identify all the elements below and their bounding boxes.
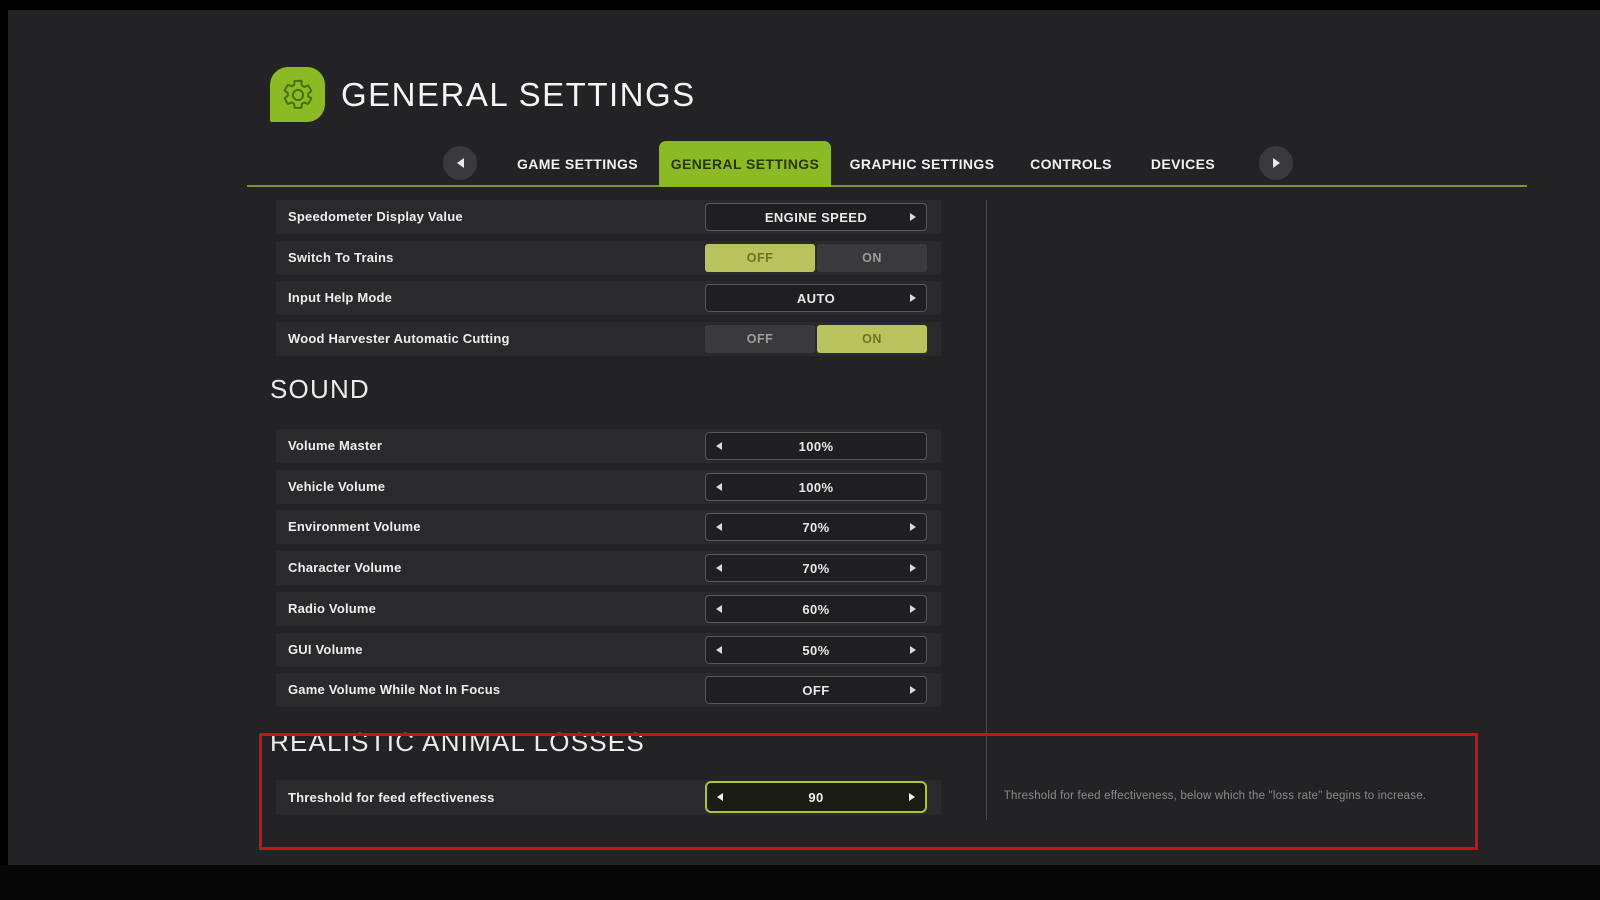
- selector-value: AUTO: [797, 291, 835, 306]
- setting-label: Switch To Trains: [288, 241, 394, 275]
- setting-label: Environment Volume: [288, 510, 421, 544]
- arrow-left-icon[interactable]: [716, 483, 722, 491]
- arrow-right-icon[interactable]: [909, 793, 915, 801]
- setting-label: Speedometer Display Value: [288, 200, 463, 234]
- gui-volume-slider[interactable]: 50%: [705, 636, 927, 664]
- row-switch-to-trains: Switch To Trains OFF ON: [276, 241, 941, 275]
- arrow-right-icon[interactable]: [910, 564, 916, 572]
- row-volume-master: Volume Master 100%: [276, 429, 941, 463]
- selector-value: ENGINE SPEED: [765, 210, 867, 225]
- slider-value: 100%: [799, 480, 834, 495]
- arrow-left-icon[interactable]: [716, 605, 722, 613]
- speedometer-display-value-selector[interactable]: ENGINE SPEED: [705, 203, 927, 231]
- setting-label: Threshold for feed effectiveness: [288, 780, 495, 815]
- slider-value: 90: [808, 790, 823, 805]
- threshold-feed-effectiveness-slider[interactable]: 90: [705, 781, 927, 813]
- character-volume-slider[interactable]: 70%: [705, 554, 927, 582]
- row-input-help-mode: Input Help Mode AUTO: [276, 281, 941, 315]
- setting-label: Input Help Mode: [288, 281, 392, 315]
- row-threshold-feed-effectiveness: Threshold for feed effectiveness 90: [276, 780, 941, 815]
- settings-gear-icon: [270, 67, 325, 122]
- setting-label: GUI Volume: [288, 633, 363, 667]
- toggle-on-option[interactable]: ON: [817, 325, 927, 353]
- arrow-right-icon[interactable]: [910, 646, 916, 654]
- chevron-left-icon: [457, 158, 464, 168]
- tab-game-settings[interactable]: GAME SETTINGS: [505, 141, 650, 187]
- row-game-volume-while-not-in-focus: Game Volume While Not In Focus OFF: [276, 673, 941, 707]
- toggle-off-option[interactable]: OFF: [705, 325, 815, 353]
- row-environment-volume: Environment Volume 70%: [276, 510, 941, 544]
- settings-info-divider: [986, 200, 987, 820]
- row-character-volume: Character Volume 70%: [276, 551, 941, 585]
- arrow-right-icon[interactable]: [910, 605, 916, 613]
- tabs-prev-button[interactable]: [443, 146, 477, 180]
- setting-label: Character Volume: [288, 551, 402, 585]
- arrow-left-icon[interactable]: [717, 793, 723, 801]
- keybind-hint-bar: Q PREVIOUS: [0, 865, 1600, 900]
- arrow-left-icon[interactable]: [716, 442, 722, 450]
- selector-value: OFF: [802, 683, 829, 698]
- arrow-right-icon[interactable]: [910, 523, 916, 531]
- game-volume-focus-selector[interactable]: OFF: [705, 676, 927, 704]
- tabs-next-button[interactable]: [1259, 146, 1293, 180]
- slider-value: 100%: [799, 439, 834, 454]
- environment-volume-slider[interactable]: 70%: [705, 513, 927, 541]
- toggle-off-option[interactable]: OFF: [705, 244, 815, 272]
- setting-description: Threshold for feed effectiveness, below …: [980, 790, 1450, 802]
- arrow-right-icon[interactable]: [910, 294, 916, 302]
- setting-label: Vehicle Volume: [288, 470, 385, 504]
- sound-section-title: SOUND: [270, 374, 370, 405]
- vehicle-volume-slider[interactable]: 100%: [705, 473, 927, 501]
- arrow-right-icon[interactable]: [910, 686, 916, 694]
- page-title: GENERAL SETTINGS: [341, 76, 696, 114]
- tab-general-settings[interactable]: GENERAL SETTINGS: [659, 141, 831, 187]
- arrow-left-icon[interactable]: [716, 646, 722, 654]
- slider-value: 70%: [802, 561, 829, 576]
- general-settings-screen: GENERAL SETTINGS GAME SETTINGS GENERAL S…: [0, 0, 1600, 900]
- row-speedometer-display-value: Speedometer Display Value ENGINE SPEED: [276, 200, 941, 234]
- tab-devices[interactable]: DEVICES: [1144, 141, 1222, 187]
- slider-value: 70%: [802, 520, 829, 535]
- setting-label: Wood Harvester Automatic Cutting: [288, 322, 510, 356]
- setting-label: Volume Master: [288, 429, 382, 463]
- toggle-on-option[interactable]: ON: [817, 244, 927, 272]
- row-radio-volume: Radio Volume 60%: [276, 592, 941, 626]
- row-gui-volume: GUI Volume 50%: [276, 633, 941, 667]
- tab-controls[interactable]: CONTROLS: [1026, 141, 1116, 187]
- slider-value: 60%: [802, 602, 829, 617]
- animal-losses-section-title: REALISTIC ANIMAL LOSSES: [270, 727, 645, 758]
- input-help-mode-selector[interactable]: AUTO: [705, 284, 927, 312]
- row-vehicle-volume: Vehicle Volume 100%: [276, 470, 941, 504]
- slider-value: 50%: [802, 643, 829, 658]
- setting-label: Radio Volume: [288, 592, 376, 626]
- tab-graphic-settings[interactable]: GRAPHIC SETTINGS: [848, 141, 996, 187]
- wood-harvester-toggle: OFF ON: [705, 325, 927, 353]
- switch-to-trains-toggle: OFF ON: [705, 244, 927, 272]
- setting-label: Game Volume While Not In Focus: [288, 673, 500, 707]
- radio-volume-slider[interactable]: 60%: [705, 595, 927, 623]
- arrow-right-icon[interactable]: [910, 213, 916, 221]
- volume-master-slider[interactable]: 100%: [705, 432, 927, 460]
- chevron-right-icon: [1273, 158, 1280, 168]
- row-wood-harvester-automatic-cutting: Wood Harvester Automatic Cutting OFF ON: [276, 322, 941, 356]
- arrow-left-icon[interactable]: [716, 523, 722, 531]
- arrow-left-icon[interactable]: [716, 564, 722, 572]
